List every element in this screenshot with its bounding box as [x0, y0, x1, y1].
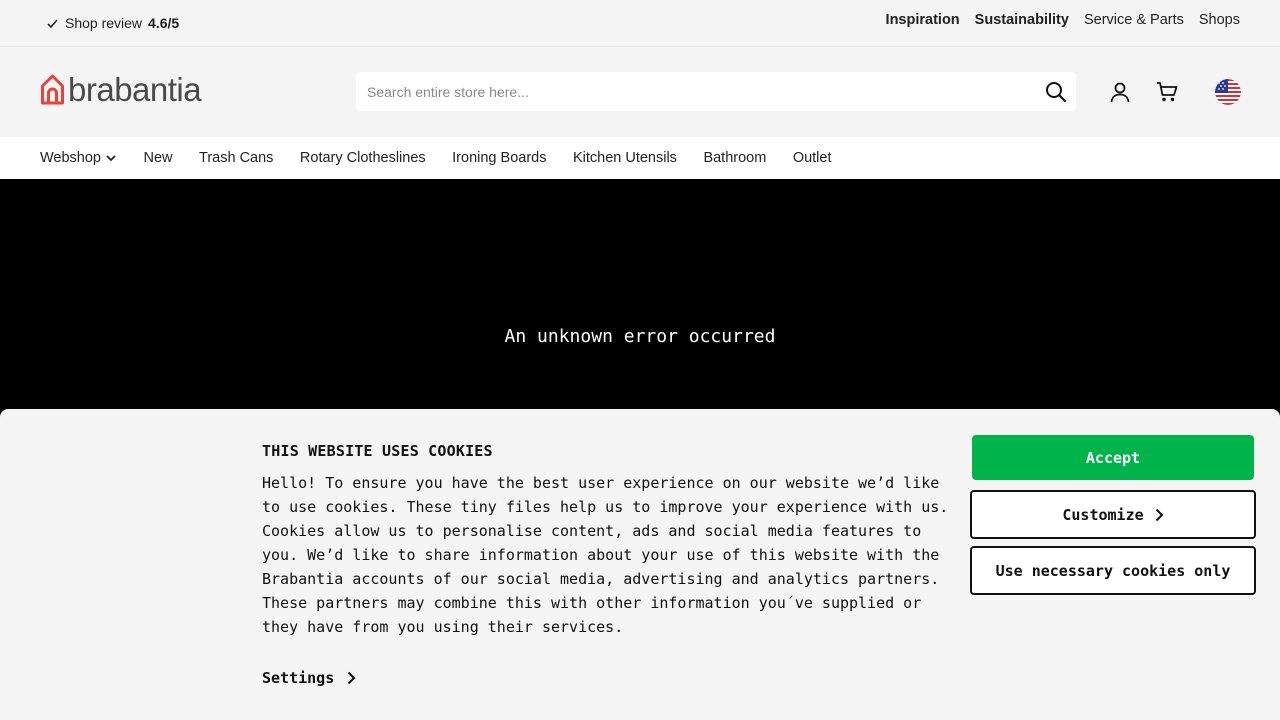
search-icon[interactable] — [1044, 80, 1068, 104]
accept-cookies-button[interactable]: Accept — [972, 435, 1254, 480]
link-service-parts[interactable]: Service & Parts — [1084, 12, 1184, 28]
nav-item-outlet[interactable]: Outlet — [793, 150, 832, 166]
cookie-settings-link[interactable]: Settings — [262, 669, 356, 687]
search-input[interactable] — [356, 72, 1016, 111]
necessary-cookies-label: Use necessary cookies only — [995, 561, 1231, 580]
brabantia-logo-mark-icon — [41, 74, 64, 105]
nav-item-trash-cans[interactable]: Trash Cans — [199, 150, 273, 166]
cart-icon[interactable] — [1155, 80, 1179, 104]
nav-item-webshop[interactable]: Webshop — [40, 150, 117, 166]
chevron-down-icon — [106, 155, 116, 162]
chevron-right-icon — [1155, 508, 1164, 521]
top-links: Inspiration Sustainability Service & Par… — [886, 12, 1240, 28]
error-message: An unknown error occurred — [504, 326, 776, 347]
chevron-right-icon — [348, 671, 356, 685]
link-sustainability[interactable]: Sustainability — [975, 12, 1069, 28]
customize-cookies-button[interactable]: Customize — [970, 490, 1256, 539]
brabantia-logo[interactable]: brabantia — [40, 71, 202, 109]
cookie-settings-label: Settings — [262, 669, 335, 687]
site-header: brabantia — [0, 47, 1280, 137]
customize-cookies-label: Customize — [1062, 505, 1144, 524]
nav-item-new[interactable]: New — [144, 150, 173, 166]
link-shops[interactable]: Shops — [1199, 12, 1240, 28]
necessary-cookies-button[interactable]: Use necessary cookies only — [970, 546, 1256, 595]
main-nav: Webshop New Trash Cans Rotary Clotheslin… — [0, 137, 1280, 179]
checkmark-icon — [47, 18, 58, 28]
shop-review[interactable]: Shop review 4.6/5 — [46, 15, 179, 31]
top-utility-bar: Shop review 4.6/5 Inspiration Sustainabi… — [0, 0, 1280, 47]
cookie-body: Hello! To ensure you have the best user … — [262, 474, 949, 636]
shop-review-score: 4.6/5 — [148, 15, 180, 31]
cookie-banner: THIS WEBSITE USES COOKIES Hello! To ensu… — [0, 409, 1280, 720]
us-flag-icon[interactable] — [1215, 79, 1241, 105]
nav-item-webshop-label: Webshop — [40, 150, 101, 166]
nav-item-rotary-clotheslines[interactable]: Rotary Clotheslines — [300, 150, 426, 166]
account-icon[interactable] — [1108, 80, 1132, 104]
nav-item-bathroom[interactable]: Bathroom — [703, 150, 766, 166]
shop-review-label: Shop review — [65, 15, 143, 31]
cookie-title: THIS WEBSITE USES COOKIES — [262, 442, 493, 460]
accept-cookies-label: Accept — [1085, 448, 1141, 467]
nav-item-kitchen-utensils[interactable]: Kitchen Utensils — [573, 150, 677, 166]
nav-item-ironing-boards[interactable]: Ironing Boards — [452, 150, 546, 166]
search-bar — [356, 72, 1076, 111]
link-inspiration[interactable]: Inspiration — [886, 12, 960, 28]
hero-media: An unknown error occurred — [0, 179, 1280, 420]
logo-wordmark: brabantia — [68, 71, 202, 108]
